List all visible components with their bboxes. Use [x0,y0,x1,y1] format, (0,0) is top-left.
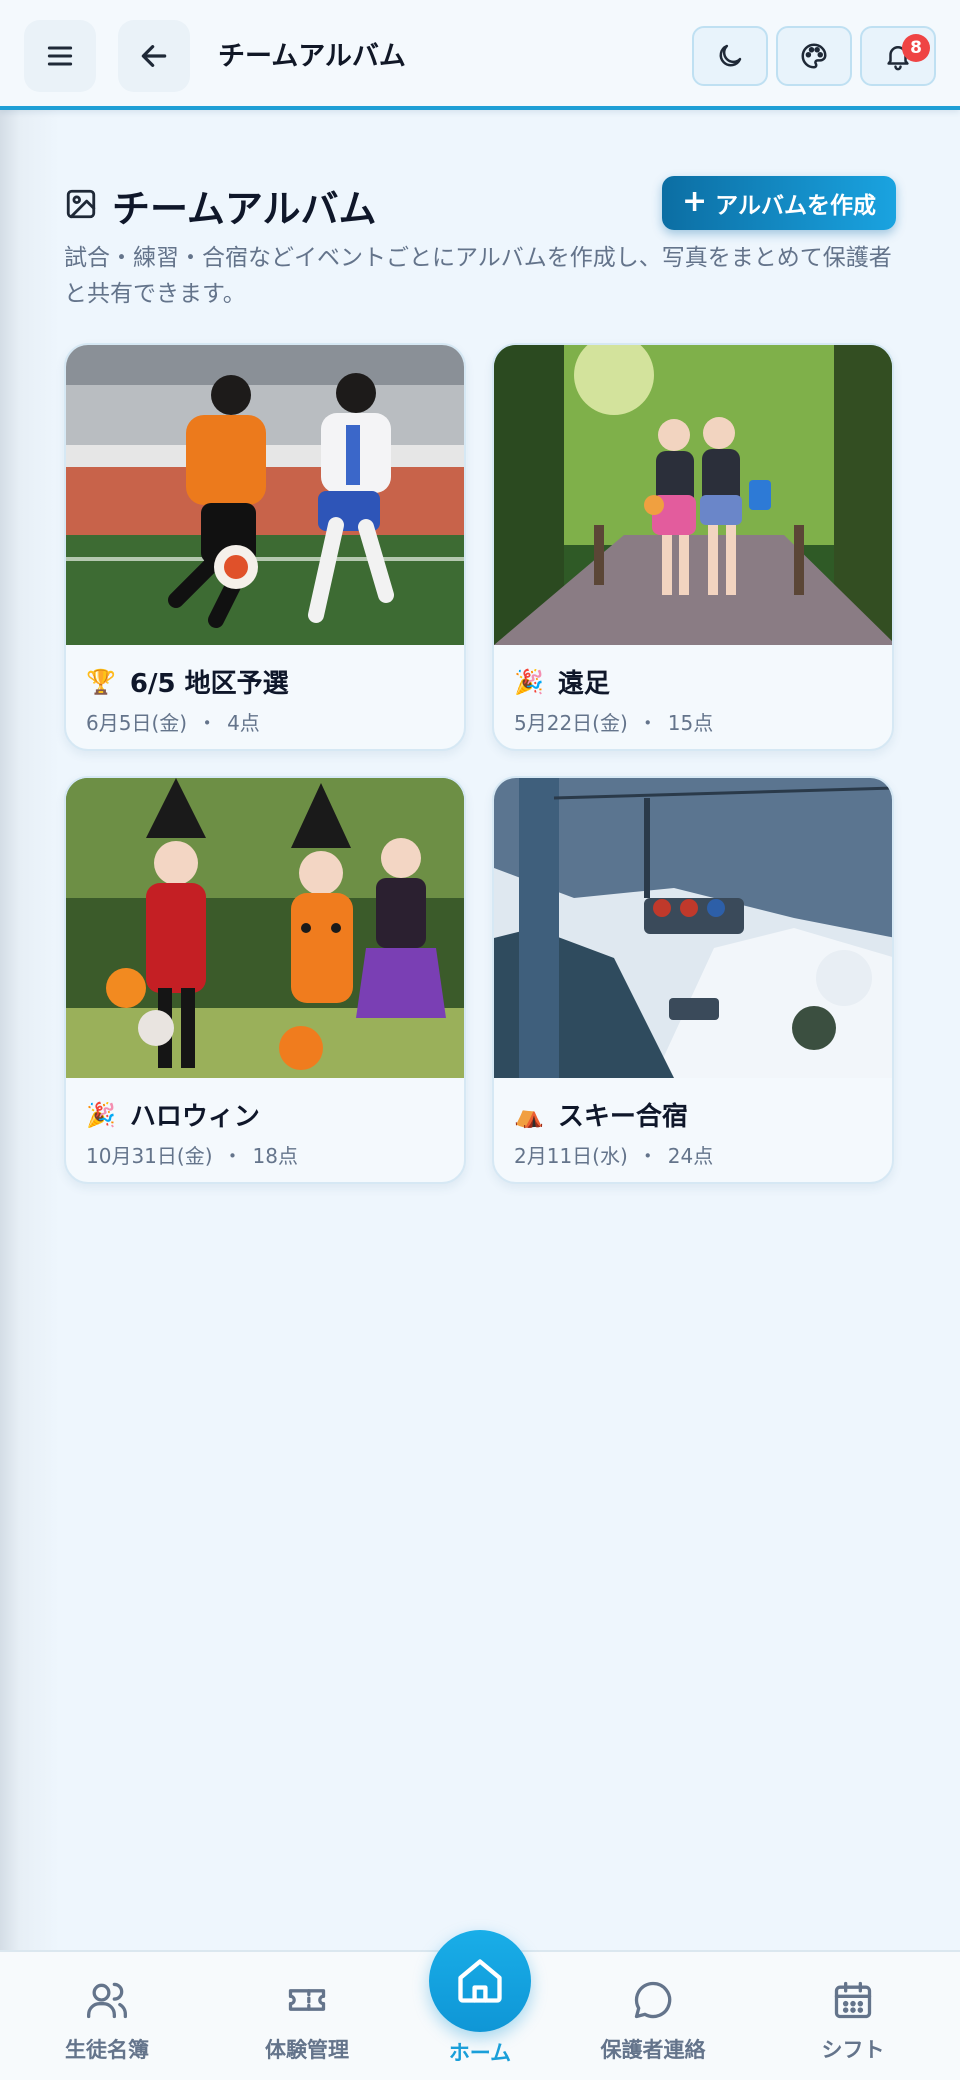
album-date: 2月11日(水) [514,1144,628,1168]
create-album-label: アルバムを作成 [715,193,876,219]
plus-icon: + [682,183,708,219]
nav-home-label: ホーム [448,2041,512,2065]
meta-separator: ・ [637,1144,658,1168]
page-title: チームアルバム [112,187,377,231]
album-photo-count: 24点 [667,1144,714,1168]
party-popper-icon: 🎉 [86,1100,116,1129]
trophy-icon: 🏆 [86,667,116,696]
nav-trial[interactable]: 体験管理 [227,1978,387,2064]
top-bar-title: チームアルバム [218,41,406,72]
nav-home-button[interactable] [429,1930,531,2032]
top-app-bar: チームアルバム 8 [0,0,960,110]
meta-separator: ・ [222,1144,243,1168]
nav-students[interactable]: 生徒名簿 [27,1978,187,2064]
create-album-button[interactable]: + アルバムを作成 [662,176,896,230]
album-title: ハロウィン [129,1102,260,1132]
album-cover-photo [66,778,464,1078]
dark-mode-toggle[interactable] [692,26,768,86]
notifications-button[interactable]: 8 [860,26,936,86]
album-cover-photo [494,778,892,1078]
theme-palette-button[interactable] [776,26,852,86]
album-photo-count: 4点 [227,711,260,735]
menu-button[interactable] [24,20,96,92]
arrow-left-icon [141,45,167,67]
album-card[interactable]: 🎉 ハロウィン 10月31日(金) ・ 18点 [64,776,466,1184]
album-title: 遠足 [557,669,610,699]
home-icon [458,1959,502,2003]
nav-shift-label: シフト [821,2038,885,2062]
hamburger-menu-icon [47,46,73,66]
album-cover-photo [494,345,892,645]
palette-icon [801,43,827,69]
album-date: 5月22日(金) [514,711,628,735]
album-card[interactable]: ⛺ スキー合宿 2月11日(水) ・ 24点 [492,776,894,1184]
calendar-icon [834,1981,872,2019]
users-icon [87,1982,127,2019]
nav-parents[interactable]: 保護者連絡 [573,1978,733,2064]
album-title: スキー合宿 [557,1102,688,1132]
album-cover-photo [66,345,464,645]
back-button[interactable] [118,20,190,92]
notification-badge: 8 [902,34,930,62]
nav-parents-label: 保護者連絡 [600,2038,706,2062]
album-date: 6月5日(金) [86,711,188,735]
album-card[interactable]: 🎉 遠足 5月22日(金) ・ 15点 [492,343,894,751]
nav-trial-label: 体験管理 [265,2038,349,2062]
album-date: 10月31日(金) [86,1144,213,1168]
ticket-icon [288,1989,326,2011]
page-description: 試合・練習・合宿などイベントごとにアルバムを作成し、写真をまとめて保護者と共有で… [64,245,892,307]
meta-separator: ・ [637,711,658,735]
tent-icon: ⛺ [514,1100,544,1129]
album-card[interactable]: 🏆 6/5 地区予選 6月5日(金) ・ 4点 [64,343,466,751]
album-title: 6/5 地区予選 [129,669,289,699]
chat-bubble-icon [634,1981,672,2019]
album-photo-count: 15点 [667,711,714,735]
party-popper-icon: 🎉 [514,667,544,696]
nav-shift[interactable]: シフト [773,1978,933,2064]
image-icon [66,189,96,219]
album-photo-count: 18点 [252,1144,298,1168]
moon-icon [719,44,742,67]
meta-separator: ・ [197,711,218,735]
nav-students-label: 生徒名簿 [65,2038,149,2062]
